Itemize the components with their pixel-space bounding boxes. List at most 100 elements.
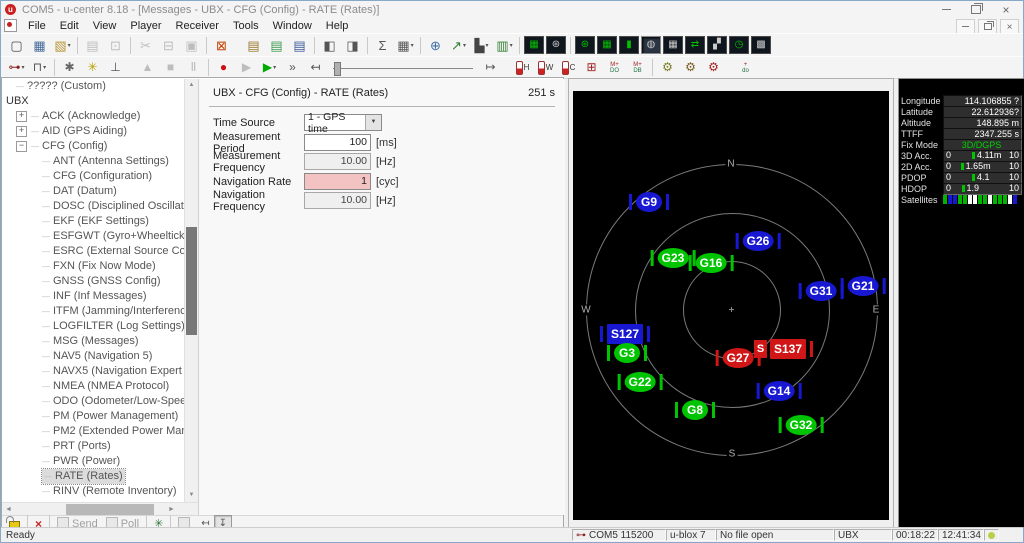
dropdown-arrow-icon[interactable]: ▾ bbox=[411, 42, 414, 49]
tree-item-aid[interactable]: + AID (GPS Aiding) bbox=[2, 124, 184, 139]
warm-start-button[interactable]: W bbox=[534, 57, 557, 78]
packet-console-button[interactable]: ▤ bbox=[265, 35, 288, 56]
cut-button[interactable]: ✂ bbox=[134, 35, 157, 56]
tree-item-?????[interactable]: ????? (Custom) bbox=[2, 79, 184, 94]
menu-view[interactable]: View bbox=[86, 20, 124, 32]
configuration-view-button[interactable]: ⊛ bbox=[546, 36, 566, 54]
menu-player[interactable]: Player bbox=[123, 20, 168, 32]
save-file-button[interactable]: ▦ bbox=[28, 35, 51, 56]
tree-item-dosc[interactable]: DOSC (Disciplined Oscillator) bbox=[2, 199, 184, 214]
receiver-config-button[interactable]: ⚙ bbox=[679, 57, 702, 78]
reset-receiver-button[interactable]: ⊞ bbox=[580, 57, 603, 78]
tree-item-cfg[interactable]: −CFG (Config) bbox=[2, 139, 184, 154]
dropdown-arrow-icon[interactable]: ▾ bbox=[21, 64, 24, 71]
menu-file[interactable]: File bbox=[21, 20, 53, 32]
tree-item-ack[interactable]: + ACK (Acknowledge) bbox=[2, 109, 184, 124]
open-file-button[interactable]: ▧ ▾ bbox=[51, 35, 74, 56]
mdi-restore-button[interactable] bbox=[978, 19, 997, 34]
slider-handle[interactable] bbox=[334, 61, 341, 76]
data-view-button[interactable]: ▦ bbox=[663, 36, 683, 54]
vertical-scroll-thumb[interactable] bbox=[186, 227, 197, 335]
altitude-view-button[interactable]: ▞ bbox=[707, 36, 727, 54]
dropdown-arrow-icon[interactable]: ▾ bbox=[510, 42, 513, 49]
histogram-view-button[interactable]: ▙ ▾ bbox=[470, 35, 493, 56]
stop-player-button[interactable]: ■ bbox=[159, 57, 182, 78]
tree-item-pm2[interactable]: PM2 (Extended Power Managemer bbox=[2, 424, 184, 439]
mdi-minimize-button[interactable] bbox=[956, 19, 975, 34]
dropdown-arrow-icon[interactable]: ▾ bbox=[463, 42, 466, 49]
tree-expander-icon[interactable]: + bbox=[16, 126, 27, 137]
tree-item-cfg[interactable]: CFG (Configuration) bbox=[2, 169, 184, 184]
cold-start-button[interactable]: C bbox=[557, 57, 580, 78]
dead-reckoning-button[interactable]: + do bbox=[734, 57, 757, 78]
tree-item-nav5[interactable]: NAV5 (Navigation 5) bbox=[2, 349, 184, 364]
tree-item-odo[interactable]: ODO (Odometer/Low-Speed COG bbox=[2, 394, 184, 409]
grid-view-button[interactable]: ▩ bbox=[751, 36, 771, 54]
menu-window[interactable]: Window bbox=[266, 20, 319, 32]
record-button[interactable]: ● bbox=[212, 57, 235, 78]
connect-receiver-button[interactable]: ⊶ ▾ bbox=[5, 57, 28, 78]
eject-button[interactable]: ▲ bbox=[136, 57, 159, 78]
copy-button[interactable]: ⊟ bbox=[157, 35, 180, 56]
text-console-button[interactable]: ▤ bbox=[242, 35, 265, 56]
chart-view-button[interactable]: ↗ ▾ bbox=[447, 35, 470, 56]
statistic-view-button[interactable]: Σ bbox=[371, 35, 394, 56]
signal-graph-view-button[interactable]: ▮ bbox=[619, 36, 639, 54]
receiver-station-button[interactable]: ⊥ bbox=[104, 57, 127, 78]
binary-console-button[interactable]: ▤ bbox=[288, 35, 311, 56]
ground-track-view-button[interactable]: ▦ bbox=[597, 36, 617, 54]
pause-player-button[interactable]: Ⅱ bbox=[182, 57, 205, 78]
time-source-select[interactable]: 1 - GPS time bbox=[304, 111, 382, 135]
tree-horizontal-scrollbar[interactable] bbox=[2, 502, 198, 516]
menu-receiver[interactable]: Receiver bbox=[169, 20, 226, 32]
messages-view-button[interactable]: ⇄ bbox=[685, 36, 705, 54]
google-earth-view-button[interactable]: ⊕ bbox=[424, 35, 447, 56]
autobauding-button[interactable]: ✱ bbox=[58, 57, 81, 78]
debug-messages-button[interactable]: ✳ bbox=[81, 57, 104, 78]
mdi-close-button[interactable] bbox=[1000, 19, 1019, 34]
dropdown-arrow-icon[interactable]: ▾ bbox=[43, 64, 46, 71]
deviation-map-view-button[interactable]: ⊛ bbox=[575, 36, 595, 54]
close-button[interactable] bbox=[991, 1, 1021, 18]
gnss-config-button[interactable]: ⚙ bbox=[656, 57, 679, 78]
tree-item-logfilter[interactable]: LOGFILTER (Log Settings) bbox=[2, 319, 184, 334]
menu-edit[interactable]: Edit bbox=[53, 20, 86, 32]
menu-tools[interactable]: Tools bbox=[226, 20, 266, 32]
tree-item-ant[interactable]: ANT (Antenna Settings) bbox=[2, 154, 184, 169]
clock-view-button[interactable]: ◷ bbox=[729, 36, 749, 54]
paste-button[interactable]: ▣ bbox=[180, 35, 203, 56]
disconnect-button[interactable]: ⊠ bbox=[210, 35, 233, 56]
horizontal-scroll-thumb[interactable] bbox=[66, 504, 154, 515]
tree-vertical-scrollbar[interactable] bbox=[184, 79, 198, 502]
tree-item-nmea[interactable]: NMEA (NMEA Protocol) bbox=[2, 379, 184, 394]
tree-item-pm[interactable]: PM (Power Management) bbox=[2, 409, 184, 424]
tree-item-ekf[interactable]: EKF (EKF Settings) bbox=[2, 214, 184, 229]
play-button[interactable]: ▶ ▾ bbox=[258, 57, 281, 78]
baudrate-button[interactable]: ⊓ ▾ bbox=[28, 57, 51, 78]
bar-chart-view-button[interactable]: ▥ ▾ bbox=[493, 35, 516, 56]
sky-view-button[interactable]: ◍ bbox=[641, 36, 661, 54]
tree-expander-icon[interactable]: − bbox=[16, 141, 27, 152]
tree-item-esfgwt[interactable]: ESFGWT (Gyro+Wheeltick) bbox=[2, 229, 184, 244]
tree-item-prt[interactable]: PRT (Ports) bbox=[2, 439, 184, 454]
tree-item-itfm[interactable]: ITFM (Jamming/Interference Monit bbox=[2, 304, 184, 319]
scroll-down-icon[interactable] bbox=[185, 489, 198, 502]
table-view-button[interactable]: ▦ ▾ bbox=[394, 35, 417, 56]
jump-to-end-button[interactable]: ↦ bbox=[479, 57, 502, 78]
navigation-rate-input[interactable]: 1 bbox=[304, 173, 371, 190]
camera-view-button[interactable]: ▦ bbox=[524, 36, 544, 54]
tree-item-pwr[interactable]: PWR (Power) bbox=[2, 454, 184, 469]
hot-start-button[interactable]: H bbox=[511, 57, 534, 78]
save-config-button[interactable]: M+ DO bbox=[603, 57, 626, 78]
tree-item-ubx[interactable]: UBX bbox=[2, 94, 184, 109]
print-button[interactable]: ▤ bbox=[81, 35, 104, 56]
print-preview-button[interactable]: ⊡ bbox=[104, 35, 127, 56]
player-position-slider[interactable] bbox=[333, 60, 473, 76]
step-forward-button[interactable]: ▶ bbox=[235, 57, 258, 78]
tree-item-msg[interactable]: MSG (Messages) bbox=[2, 334, 184, 349]
tree-item-rinv[interactable]: RINV (Remote Inventory) bbox=[2, 484, 184, 499]
dropdown-arrow-icon[interactable]: ▾ bbox=[273, 64, 276, 71]
tree-item-fxn[interactable]: FXN (Fix Now Mode) bbox=[2, 259, 184, 274]
tree-expander-icon[interactable]: + bbox=[16, 111, 27, 122]
scroll-up-icon[interactable] bbox=[185, 79, 198, 92]
